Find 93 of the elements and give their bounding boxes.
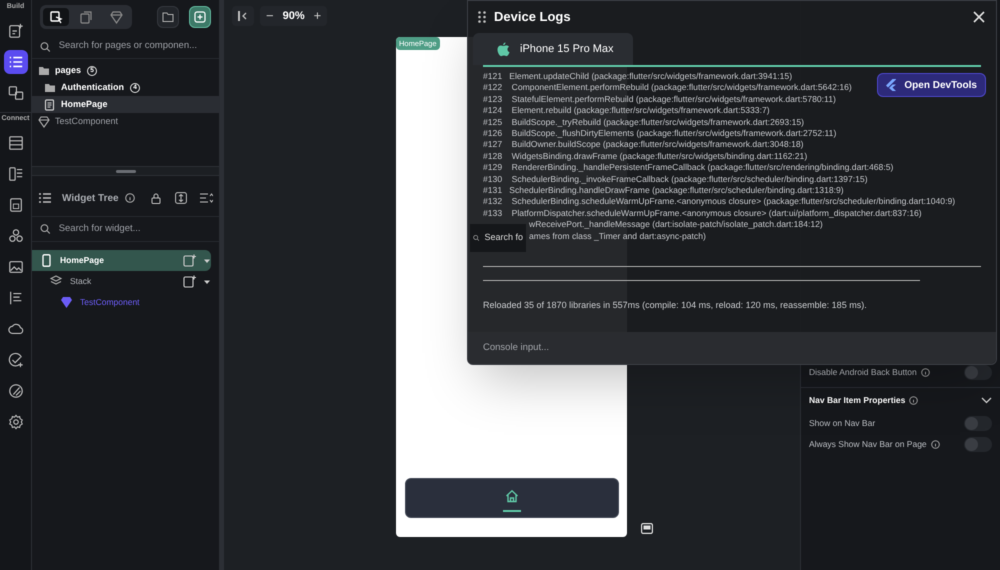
text-icon [8,290,24,306]
file-icon [8,197,24,213]
search-input[interactable]: Search for pages or componen... [58,39,211,54]
log-line: ames from class _Timer and dart:async-patch) [529,230,706,242]
console-input[interactable]: Console input... [483,340,981,356]
search-popup[interactable]: Search fo [470,224,526,252]
log-line: #132 SchedulerBinding.scheduleWarmUpFrame.<anonymous closure> (package:flutter/src/scheduler/binding.dart:1040:9) [483,196,956,208]
open-devtools-button[interactable]: Open DevTools [877,73,986,97]
search-icon [40,223,51,235]
pages-icon [8,85,24,101]
reload-summary: Reloaded 35 of 1870 libraries in 557ms (compile: 104 ms, reload: 120 ms, reassemble: 185 ms). [482,299,868,312]
toggle-switch[interactable] [964,416,992,431]
setting-label: Disable Android Back Button [809,366,917,379]
add-page-button[interactable] [189,6,211,28]
navigator-tab[interactable] [43,8,69,26]
toggle-switch[interactable] [964,437,992,452]
list-icon [38,192,52,204]
page-search-field[interactable]: Search for pages or componen... [32,35,219,59]
widget-tree-item[interactable]: HomePage [32,250,211,271]
close-icon [973,11,985,23]
device-icon[interactable] [641,523,653,534]
tab-indicator [503,510,521,512]
add-widget-icon [8,23,24,39]
zoom-in-button[interactable]: + [314,6,322,26]
section-title: Nav Bar Item Properties [809,394,906,407]
log-line: #128 WidgetsBinding.drawFrame (package:flutter/src/widgets/binding.dart:1162:21) [483,150,808,162]
add-widget-icon[interactable] [183,254,196,267]
search-input[interactable]: Search for widget... [58,222,211,236]
resize-handle[interactable] [116,170,136,172]
widget-search-field[interactable]: Search for widget... [32,216,219,242]
dialog-title: Device Logs [494,8,571,26]
sort-icon[interactable] [199,193,213,203]
setting-label: Always Show Nav Bar on Page [809,438,927,451]
nodes-icon [8,228,24,244]
log-line: #133 PlatformDispatcher.scheduleWarmUpFrame.<anonymous closure> (dart:ui/platform_dispatcher.dart:837:16) [483,208,922,220]
drag-handle-icon[interactable] [478,11,486,23]
caret-icon[interactable] [203,278,211,284]
table-icon [8,135,24,151]
log-line: #125 BuildScope._tryRebuild (package:flutter/src/widgets/framework.dart:2693:15) [483,116,804,128]
setting-label: Show on Nav Bar [809,417,876,430]
info-icon [124,193,135,203]
sidebar-button[interactable] [4,50,28,74]
stack-icon [80,10,92,24]
search-icon [40,40,51,52]
close-button[interactable] [972,10,986,24]
phone-icon [40,254,53,267]
log-line: #126 BuildScope._flushDirtyElements (package:flutter/src/widgets/framework.dart:2752:11) [483,128,836,140]
log-line: #123 StatefulElement.performRebuild (package:flutter/src/widgets/framework.dart:5780:11) [483,94,836,106]
gem-icon [38,116,50,128]
add-page-icon [194,11,206,23]
layout-icon [8,166,24,182]
page-icon [44,98,56,110]
tree-item[interactable]: HomePage [32,96,219,113]
cloud-icon [8,321,24,337]
log-line: #121 Element.updateChild (package:flutter/src/widgets/framework.dart:3941:15) [483,71,792,82]
tree-item[interactable]: TestComponent [32,113,219,130]
folder-icon [38,64,50,76]
lock-icon[interactable] [151,192,161,204]
panel-title: Widget Tree [62,192,119,206]
device-tab[interactable]: iPhone 15 Pro Max [473,33,633,65]
flutter-icon [886,79,896,91]
collapse-panel-button[interactable] [232,6,254,26]
widget-tree-item[interactable]: Stack [32,271,211,292]
folder-icon [44,82,56,94]
folder-icon [162,12,174,22]
chevron-icon[interactable] [981,397,992,404]
add-widget-icon[interactable] [183,275,196,288]
caret-icon[interactable] [203,258,211,264]
log-line: #127 BuildOwner.buildScope (package:flutter/src/widgets/framework.dart:3048:18) [483,139,804,151]
collapse-icon [237,11,249,21]
search-icon [473,232,480,244]
check-icon [8,352,24,368]
toggle-switch[interactable] [964,365,992,380]
gem-icon [60,296,73,309]
widget-tree-item[interactable]: TestComponent [32,292,211,313]
zoom-out-button[interactable]: − [266,6,274,26]
settings-icon [8,414,24,430]
console-field[interactable]: Console input... [468,332,996,364]
pages-icon [50,10,62,24]
expand-icon[interactable] [175,192,187,204]
log-line: #124 Element.rebuild (package:flutter/src/widgets/framework.dart:5333:7) [483,105,770,117]
log-line: #122 ComponentElement.performRebuild (package:flutter/src/widgets/framework.dart:5642:16) [483,82,852,94]
add-folder-button[interactable] [157,6,179,28]
home-icon[interactable] [505,489,519,503]
image-icon [8,259,24,275]
log-line: #130 SchedulerBinding._invokeFrameCallback (package:flutter/src/scheduler/binding.dart:1397:15) [483,174,868,186]
log-line: #131 SchedulerBinding.handleDrawFrame (package:flutter/src/scheduler/binding.dart:1318:9) [483,185,844,196]
apple-icon [497,42,510,56]
log-line: #129 RendererBinding._handlePersistentFrameCallback (package:flutter/src/rendering/binding.dart:468:5) [483,162,894,174]
zoom-level: 90% [282,8,306,24]
log-line: wReceivePort._handleMessage (dart:isolate-patch/isolate_patch.dart:184:12) [529,219,823,231]
list-icon [8,54,24,70]
gem-icon [110,10,122,24]
